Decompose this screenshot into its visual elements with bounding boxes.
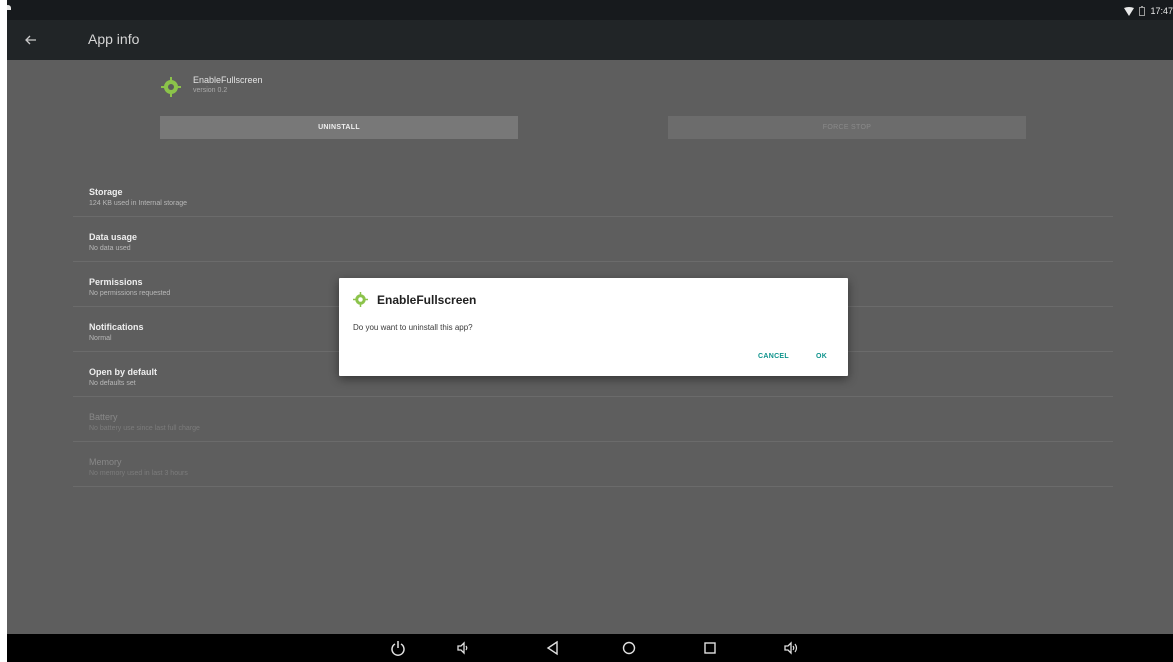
row-subtitle: No battery use since last full charge	[89, 425, 200, 432]
row-subtitle: No defaults set	[89, 380, 136, 387]
force-stop-button: FORCE STOP	[668, 116, 1026, 139]
dialog-title: EnableFullscreen	[377, 293, 477, 307]
status-icons: 17:47	[1124, 4, 1173, 18]
status-bar: 17:47	[7, 0, 1173, 20]
wifi-icon	[1124, 6, 1135, 16]
battery-row: Battery No battery use since last full c…	[73, 397, 1113, 442]
row-subtitle: Normal	[89, 335, 112, 342]
cancel-button[interactable]: CANCEL	[758, 353, 789, 360]
back-triangle-icon[interactable]	[544, 639, 562, 657]
row-title: Notifications	[89, 322, 144, 332]
ok-button[interactable]: OK	[816, 353, 827, 360]
row-title: Permissions	[89, 277, 143, 287]
row-title: Data usage	[89, 232, 138, 242]
power-icon[interactable]	[389, 639, 407, 657]
data-usage-row[interactable]: Data usage No data used	[73, 217, 1113, 262]
memory-row: Memory No memory used in last 3 hours	[73, 442, 1113, 487]
row-title: Storage	[89, 187, 123, 197]
clock: 17:47	[1150, 6, 1173, 16]
uninstall-button[interactable]: UNINSTALL	[160, 116, 518, 139]
android-app-icon	[353, 292, 368, 307]
volume-down-icon[interactable]	[454, 639, 472, 657]
uninstall-dialog: EnableFullscreen Do you want to uninstal…	[339, 278, 848, 376]
action-bar: App info	[7, 20, 1173, 60]
navigation-bar	[7, 634, 1173, 662]
recents-square-icon[interactable]	[701, 639, 719, 657]
row-subtitle: No memory used in last 3 hours	[89, 470, 188, 477]
screen: 17:47 App info EnableFullscreen version …	[7, 0, 1173, 662]
row-subtitle: 124 KB used in Internal storage	[89, 200, 188, 207]
page-title: App info	[88, 31, 140, 47]
home-circle-icon[interactable]	[620, 639, 638, 657]
android-app-icon	[161, 77, 181, 97]
volume-up-icon[interactable]	[782, 639, 800, 657]
app-name: EnableFullscreen	[193, 75, 263, 85]
battery-icon	[1139, 6, 1146, 16]
app-version: version 0.2	[193, 87, 228, 94]
row-title: Open by default	[89, 367, 158, 377]
back-arrow-icon[interactable]	[21, 30, 41, 50]
storage-row[interactable]: Storage 124 KB used in Internal storage	[73, 172, 1113, 217]
android-notification-icon	[7, 5, 11, 10]
row-title: Memory	[89, 457, 122, 467]
row-subtitle: No permissions requested	[89, 290, 171, 297]
dialog-message: Do you want to uninstall this app?	[353, 323, 473, 332]
row-title: Battery	[89, 412, 118, 422]
row-subtitle: No data used	[89, 245, 131, 252]
